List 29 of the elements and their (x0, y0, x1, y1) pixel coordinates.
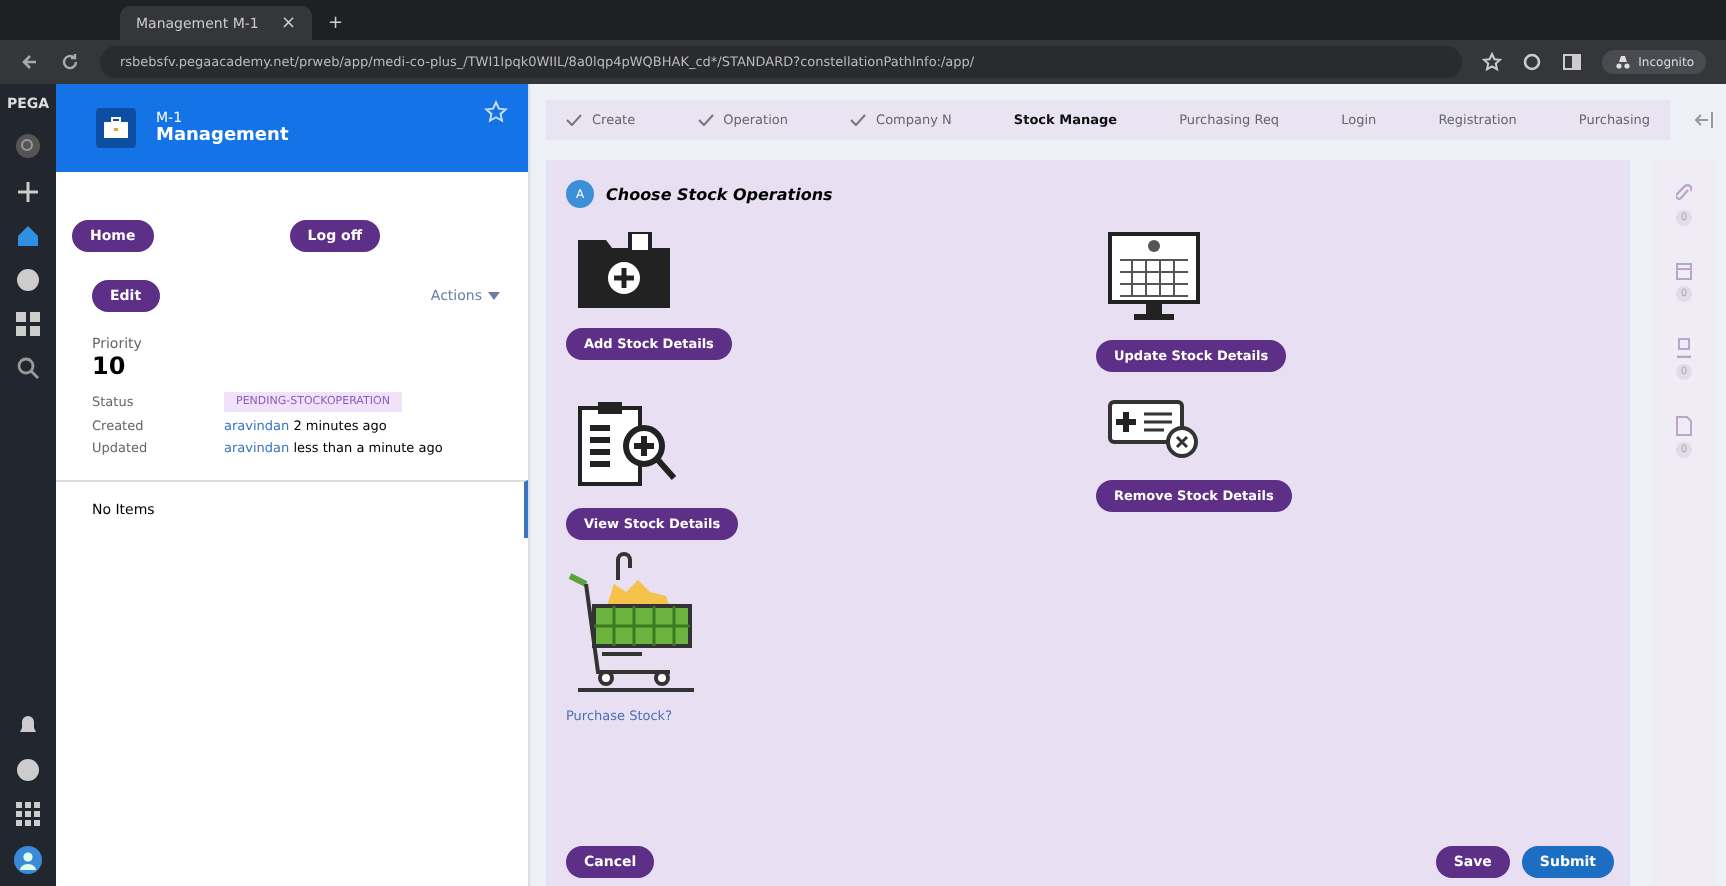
caret-icon (488, 292, 500, 300)
monitor-grid-icon (1108, 232, 1200, 320)
check-icon (697, 114, 714, 126)
cart-drawing (566, 552, 698, 696)
briefcase-icon (96, 108, 136, 148)
close-icon[interactable]: × (280, 13, 296, 33)
back-icon[interactable] (20, 52, 40, 72)
home-icon[interactable] (16, 224, 40, 248)
reload-icon[interactable] (60, 52, 80, 72)
apps-icon[interactable] (16, 802, 40, 826)
form-title: Choose Stock Operations (606, 185, 833, 203)
star-icon[interactable] (484, 100, 508, 124)
card-remove-icon (1108, 400, 1200, 460)
magnifier-icon[interactable] (16, 356, 40, 380)
bell-icon[interactable] (16, 714, 40, 738)
plus-icon[interactable] (16, 180, 40, 204)
new-tab-button[interactable]: + (328, 14, 344, 34)
check-icon (566, 114, 582, 126)
incognito-icon (1614, 54, 1633, 70)
avatar-icon[interactable] (14, 846, 42, 874)
grid-icon[interactable] (16, 312, 40, 336)
folder-plus-icon (578, 232, 670, 308)
sidebar-icon[interactable] (1562, 52, 1583, 72)
star-icon[interactable] (1482, 52, 1503, 72)
case-title: Management (156, 126, 291, 146)
clipboard-magnifier-icon (578, 400, 682, 488)
check-icon (850, 114, 867, 126)
priority-value: 10 (90, 352, 128, 380)
paperclip-icon[interactable] (1676, 184, 1692, 204)
